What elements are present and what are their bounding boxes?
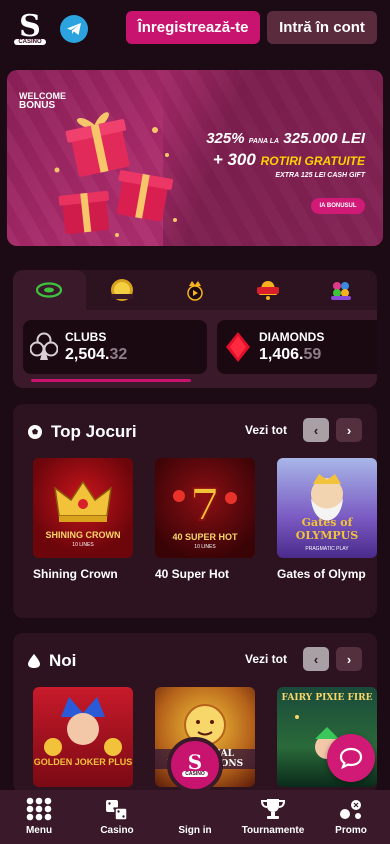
zeus-icon [311,474,343,521]
diamonds-icon [226,332,250,362]
free-spins-line: + 300 ROTIRI GRATUITE [213,150,365,170]
bottom-nav: Menu Casino Sign in Tournamente Promo [0,790,390,844]
jackpot-value-main: 2,504. [65,346,110,363]
section-title: Noi [49,651,77,670]
see-all-link[interactable]: Vezi tot [245,652,287,666]
upto-label: PANA LA [248,138,280,145]
clubs-icon [30,332,58,360]
game-name: Shining Crown [33,567,118,581]
nav-menu[interactable]: Menu [0,790,78,844]
game-art-sub: PRAGMATIC PLAY [305,546,349,552]
jackpot-name: CLUBS [65,330,107,344]
game-thumbnail: SHINING CROWN 10 LINES [33,458,133,558]
dice-icon [106,800,128,821]
game-card[interactable]: 7 40 SUPER HOT 10 LINES 40 Super Hot [155,458,255,581]
game-thumbnail: Gates of OLYMPUS PRAGMATIC PLAY [277,458,377,558]
game-art-title: FAIRY PIXIE FIRE [281,693,373,703]
game-art-title: Gates of OLYMPUS [295,516,359,542]
clover-icon [330,282,351,300]
jackpot-card-diamonds: DIAMONDS 1,406.59 [217,320,377,374]
jackpot-value-decimals: 32 [109,346,128,363]
bonus-amount: 325.000 LEI [283,130,365,147]
golden-coins-icon [111,279,134,301]
tab-egt[interactable] [13,270,86,310]
nav-label: Promo [335,825,367,836]
nav-label: Sign in [178,825,212,836]
telegram-icon[interactable] [60,15,88,43]
register-button[interactable]: Înregistrează-te [126,11,260,44]
signin-logo-button[interactable]: S CASINO [167,737,223,793]
logo-tag: CASINO [182,771,208,777]
play-crown-icon [187,281,203,301]
bell-icon [256,281,279,300]
joker-icon [44,697,122,756]
nav-label: Tournamente [241,825,305,836]
games-carousel: SHINING CROWN 10 LINES Shining Crown 7 4… [33,458,377,581]
nav-label: Menu [25,825,53,836]
drop-icon [28,654,40,668]
svg-text:7: 7 [190,480,221,531]
nav-signin[interactable]: Sign in [156,790,234,844]
jackpot-name: DIAMONDS [259,330,325,344]
bonus-percent-line: 325% PANA LA 325.000 LEI [206,130,365,147]
game-name: 40 Super Hot [155,567,230,581]
spins-label: ROTIRI GRATUITE [260,154,365,168]
jackpot-panel: CLUBS 2,504.32 DIAMONDS 1,406.59 [13,270,377,388]
tab-bell[interactable] [231,270,304,310]
nav-label: Casino [100,825,134,836]
game-card[interactable]: SHINING CROWN 10 LINES Shining Crown [33,458,133,581]
see-all-link[interactable]: Vezi tot [245,423,287,437]
game-art-title: SHINING CROWN [45,530,121,540]
game-art-sub: 10 LINES [194,544,216,550]
next-arrow-button[interactable]: › [336,647,362,671]
game-art-sub: 10 LINES [72,542,94,548]
jackpot-value: 1,406.59 [259,346,324,364]
promo-icon [340,800,361,819]
game-name: Gates of Olymp [277,567,366,581]
game-card[interactable]: Gates of OLYMPUS PRAGMATIC PLAY Gates of… [277,458,377,581]
jackpot-value: 2,504.32 [65,346,127,364]
chat-button[interactable] [327,734,375,782]
prev-arrow-button[interactable]: ‹ [303,647,329,671]
extra-cash-gift: EXTRA 125 LEI CASH GIFT [275,172,365,179]
jackpot-progress [31,379,191,382]
nav-promo[interactable]: Promo [312,790,390,844]
jackpot-value-main: 1,406. [259,346,304,363]
section-title: Top Jocuri [51,422,137,441]
casino-logo[interactable]: S CASINO [12,9,48,49]
game-art-title: 40 SUPER HOT [172,532,238,542]
jackpot-value-decimals: 59 [303,346,322,363]
top-games-section: Top Jocuri Vezi tot ‹ › SHINING CROWN 10… [13,404,377,618]
game-art-title: GOLDEN JOKER PLUS [33,757,133,767]
tab-play[interactable] [159,270,232,310]
game-card[interactable]: GOLDEN JOKER PLUS [33,687,133,787]
jackpot-card-clubs: CLUBS 2,504.32 [23,320,207,374]
egt-logo-icon [36,282,63,298]
menu-grid-icon [26,797,52,821]
game-thumbnail: 7 40 SUPER HOT 10 LINES [155,458,255,558]
chat-bubble-icon [339,747,363,769]
seven-icon: 7 [173,479,237,532]
logo-letter: S [19,9,41,44]
gift-boxes-illustration [54,112,177,237]
spins-count: + 300 [212,150,256,169]
login-button[interactable]: Intră în cont [267,11,377,44]
jackpot-tabs [13,270,377,310]
nav-tournaments[interactable]: Tournamente [234,790,312,844]
game-thumbnail: GOLDEN JOKER PLUS [33,687,133,787]
welcome-bonus-banner[interactable]: WELCOME BONUS 325% PANA LA 325.000 LEI +… [7,70,383,246]
tab-clover[interactable] [304,270,377,310]
jackpot-values: CLUBS 2,504.32 DIAMONDS 1,406.59 [13,310,377,388]
football-icon [28,425,42,439]
prev-arrow-button[interactable]: ‹ [303,418,329,442]
trophy-icon [260,799,286,819]
tab-golden-coins-link[interactable] [86,270,159,310]
claim-bonus-button[interactable]: IA BONUSUL [311,198,365,214]
nav-casino[interactable]: Casino [78,790,156,844]
logo-letter: S [187,750,203,774]
next-arrow-button[interactable]: › [336,418,362,442]
bonus-percent: 325% [206,130,245,147]
logo-tag: CASINO [14,39,46,45]
